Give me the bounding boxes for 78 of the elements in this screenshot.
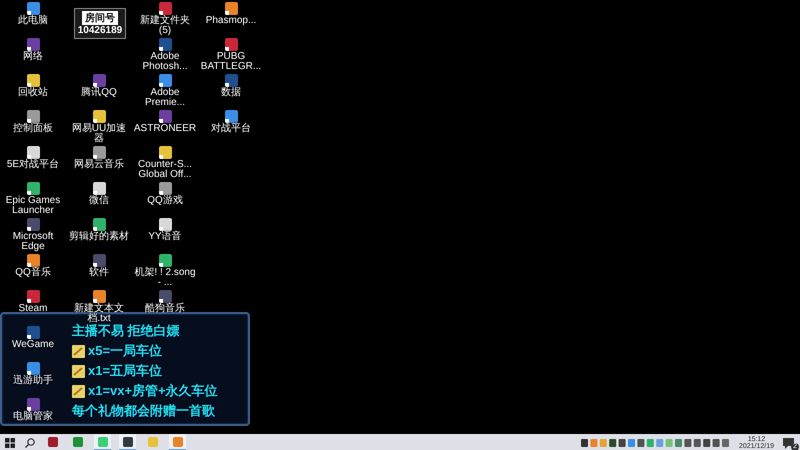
icon-label: 腾讯QQ [81, 88, 117, 98]
overlay-text: 主播不易 拒绝白嫖 [72, 322, 180, 340]
icon-label: Adobe Photosh... [141, 52, 189, 72]
icon-label: 网易云音乐 [74, 160, 124, 170]
search-icon[interactable] [24, 436, 36, 448]
app-icon[interactable] [26, 362, 40, 375]
icon-label: Phasmop... [206, 16, 256, 26]
icon-label: 5E对战平台 [6, 160, 60, 170]
app-icon[interactable] [158, 290, 172, 303]
icon-label: 软件 [89, 268, 109, 278]
icon-label: WeGame [12, 340, 54, 350]
app-icon[interactable] [158, 254, 172, 267]
windows-start-icon[interactable] [4, 436, 16, 448]
overlay-text: x1=五局车位 [88, 362, 162, 380]
icon-label: 微信 [89, 196, 109, 206]
app-icon[interactable] [26, 74, 40, 87]
app-icon[interactable] [224, 2, 238, 15]
icon-label: Counter-S... Global Off... [137, 160, 193, 180]
icon-label: 网易UU加速器 [70, 124, 128, 144]
app-icon[interactable] [26, 38, 40, 51]
app-icon[interactable] [92, 146, 106, 159]
app-icon[interactable] [26, 182, 40, 195]
icon-label: 电脑管家 [13, 412, 53, 422]
icon-label: 回收站 [18, 88, 48, 98]
app-icon[interactable] [92, 74, 106, 87]
icon-label: 新建文件夹 (5) [139, 16, 191, 36]
room-caption: 房间号 [82, 11, 118, 25]
app-icon[interactable] [92, 218, 106, 231]
app-icon[interactable] [26, 218, 40, 231]
app-icon[interactable] [26, 254, 40, 267]
icon-label: Microsoft Edge [12, 232, 54, 252]
icon-label: 新建文本文档.txt [74, 304, 125, 324]
icon-label: QQ游戏 [147, 196, 183, 206]
icon-label: Steam [18, 304, 48, 314]
icon-label: 控制面板 [13, 124, 53, 134]
app-icon[interactable] [158, 182, 172, 195]
icon-label: 机架! ! 2.song - ... [133, 268, 197, 288]
gift-icon [72, 364, 85, 378]
app-icon[interactable] [158, 74, 172, 87]
icon-label: 数据 [221, 88, 241, 98]
tray-icons-drawing[interactable] [580, 438, 731, 446]
app-icon[interactable] [26, 290, 40, 303]
app-icon[interactable] [26, 398, 40, 411]
icon-label: 剪辑好的素材 [69, 232, 129, 242]
app-icon[interactable] [26, 110, 40, 123]
app-icon[interactable] [158, 2, 172, 15]
icon-label: QQ音乐 [15, 268, 51, 278]
icon-label: ASTRONEER [134, 124, 196, 134]
icon-label: 此电脑 [18, 16, 48, 26]
icon-label: 酷狗音乐 [145, 304, 185, 314]
app-icon[interactable] [158, 218, 172, 231]
app-icon[interactable] [26, 146, 40, 159]
icon-label: PUBG BATTLEGR... [200, 52, 262, 72]
taskbar-app[interactable] [119, 434, 136, 450]
room-number: 10426189 [78, 25, 122, 36]
app-icon[interactable] [92, 182, 106, 195]
overlay-text: 每个礼物都会附赠一首歌 [72, 402, 215, 420]
app-icon[interactable] [158, 38, 172, 51]
app-icon[interactable] [92, 110, 106, 123]
icon-label: Epic Games Launcher [4, 196, 62, 216]
gift-icon [72, 344, 85, 358]
app-icon[interactable] [158, 146, 172, 159]
icon-label: 网络 [23, 52, 43, 62]
app-icon[interactable] [26, 326, 40, 339]
app-icon[interactable] [92, 254, 106, 267]
icon-label: YY语音 [148, 232, 182, 242]
app-icon[interactable] [224, 74, 238, 87]
icon-label: 迅游助手 [13, 376, 53, 386]
icon-label: 对战平台 [211, 124, 251, 134]
app-icon[interactable] [26, 2, 40, 15]
app-icon[interactable] [92, 290, 106, 303]
app-icon[interactable] [224, 110, 238, 123]
gift-icon [72, 384, 85, 398]
icon-label: Adobe Premie... [144, 88, 186, 108]
overlay-text: x1=vx+房管+永久车位 [88, 382, 218, 400]
app-icon[interactable] [224, 38, 238, 51]
overlay-text: x5=一局车位 [88, 342, 162, 360]
app-icon[interactable] [158, 110, 172, 123]
